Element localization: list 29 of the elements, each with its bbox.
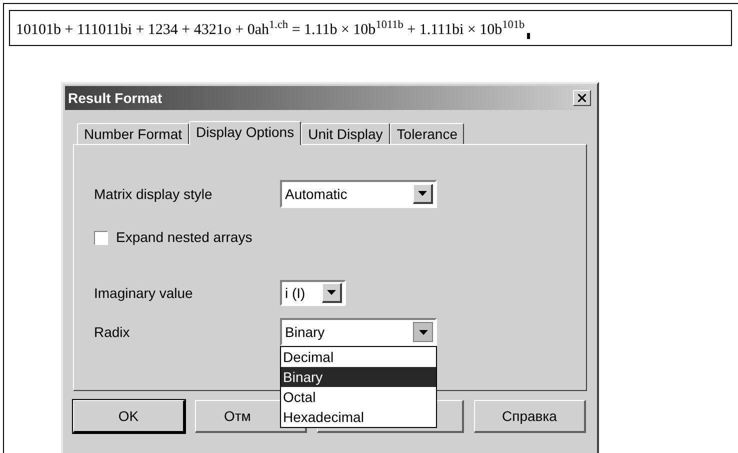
select-field[interactable]: Binary bbox=[280, 318, 437, 346]
expression-box[interactable]: 10101b + 111011bi + 1234 + 4321o + 0ah$^{1.ch}$ = 1.11b × 10b$^{1011b}$ + 1.111bi × 10b$^{101b}$ bbox=[9, 10, 732, 46]
caret-icon bbox=[327, 290, 336, 295]
dialog-button[interactable]: Справка bbox=[474, 400, 586, 433]
tab[interactable]: Unit Display bbox=[301, 123, 390, 144]
select-value: i (I) bbox=[285, 286, 306, 300]
select-value: Binary bbox=[285, 325, 325, 339]
field-label: Radix bbox=[94, 322, 131, 342]
tab[interactable]: Display Options bbox=[189, 121, 302, 145]
dropdown-option[interactable]: Decimal bbox=[281, 347, 436, 367]
checkbox-label: Expand nested arrays bbox=[116, 228, 252, 247]
select-value: Automatic bbox=[285, 187, 348, 201]
close-button[interactable] bbox=[573, 90, 591, 106]
dropdown-option[interactable]: Binary bbox=[281, 367, 436, 387]
window-title: Result Format bbox=[68, 88, 162, 108]
math-expression: 10101b + 111011bi + 1234 + 4321o + 0ah$^{1.ch}$ = 1.11b × 10b$^{1011b}$ + 1.111bi × 10b$^{101b}$ bbox=[16, 18, 525, 40]
dialog-button[interactable]: OK bbox=[73, 400, 185, 433]
field-label: Imaginary value bbox=[94, 284, 194, 303]
select-field[interactable]: i (I) bbox=[280, 280, 346, 306]
tab[interactable]: Tolerance bbox=[390, 123, 464, 144]
dropdown-button[interactable] bbox=[413, 322, 433, 342]
tab[interactable]: Number Format bbox=[77, 123, 190, 144]
text-cursor bbox=[526, 33, 530, 39]
caret-icon bbox=[418, 191, 427, 196]
close-icon bbox=[578, 94, 586, 102]
caret-icon bbox=[418, 330, 428, 334]
checkbox[interactable] bbox=[94, 230, 108, 244]
field-label: Matrix display style bbox=[94, 184, 214, 204]
select-field[interactable]: Automatic bbox=[280, 180, 437, 208]
